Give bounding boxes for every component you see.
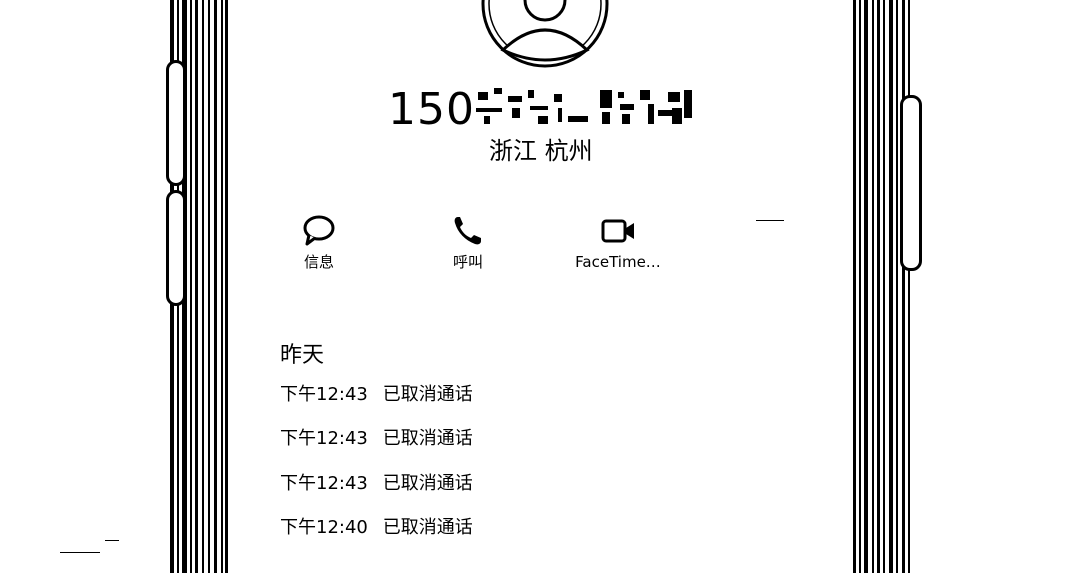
message-button[interactable]: 信息 (259, 214, 379, 272)
video-camera-icon (600, 214, 636, 248)
noise-speck (105, 540, 119, 541)
power-button (900, 95, 922, 271)
call-button[interactable]: 呼叫 (408, 214, 528, 272)
contact-phone-number: 150 (388, 84, 475, 135)
redaction-mosaic (472, 86, 696, 128)
message-label: 信息 (303, 253, 334, 271)
call-history-row: 下午12:43 已取消通话 (280, 427, 473, 451)
history-date-header: 昨天 (280, 343, 325, 368)
call-time: 下午12:43 (280, 473, 368, 494)
call-history-row: 下午12:40 已取消通话 (280, 516, 473, 540)
call-status: 已取消通话 (382, 517, 473, 538)
phone-icon (450, 214, 486, 248)
call-history-row: 下午12:43 已取消通话 (280, 383, 473, 407)
message-bubble-icon (301, 214, 337, 248)
call-label: 呼叫 (452, 253, 483, 271)
volume-down-button (166, 190, 186, 306)
call-status: 已取消通话 (382, 384, 473, 405)
noise-speck (60, 552, 100, 553)
facetime-button[interactable]: FaceTime… (558, 214, 678, 272)
contact-detail-screen: 150 浙江 杭州 信息 呼叫 FaceTime… 昨天 下午12:43 已取消… (0, 0, 1080, 573)
call-status: 已取消通话 (382, 473, 473, 494)
facetime-label: FaceTime… (575, 253, 661, 271)
call-history-row: 下午12:43 已取消通话 (280, 472, 473, 496)
contact-location: 浙江 杭州 (489, 137, 593, 165)
phone-frame-right (852, 0, 912, 573)
call-time: 下午12:43 (280, 384, 368, 405)
volume-up-button (166, 60, 186, 186)
call-time: 下午12:40 (280, 517, 368, 538)
contact-avatar (481, 0, 609, 68)
noise-speck (756, 220, 784, 221)
call-time: 下午12:43 (280, 428, 368, 449)
call-status: 已取消通话 (382, 428, 473, 449)
